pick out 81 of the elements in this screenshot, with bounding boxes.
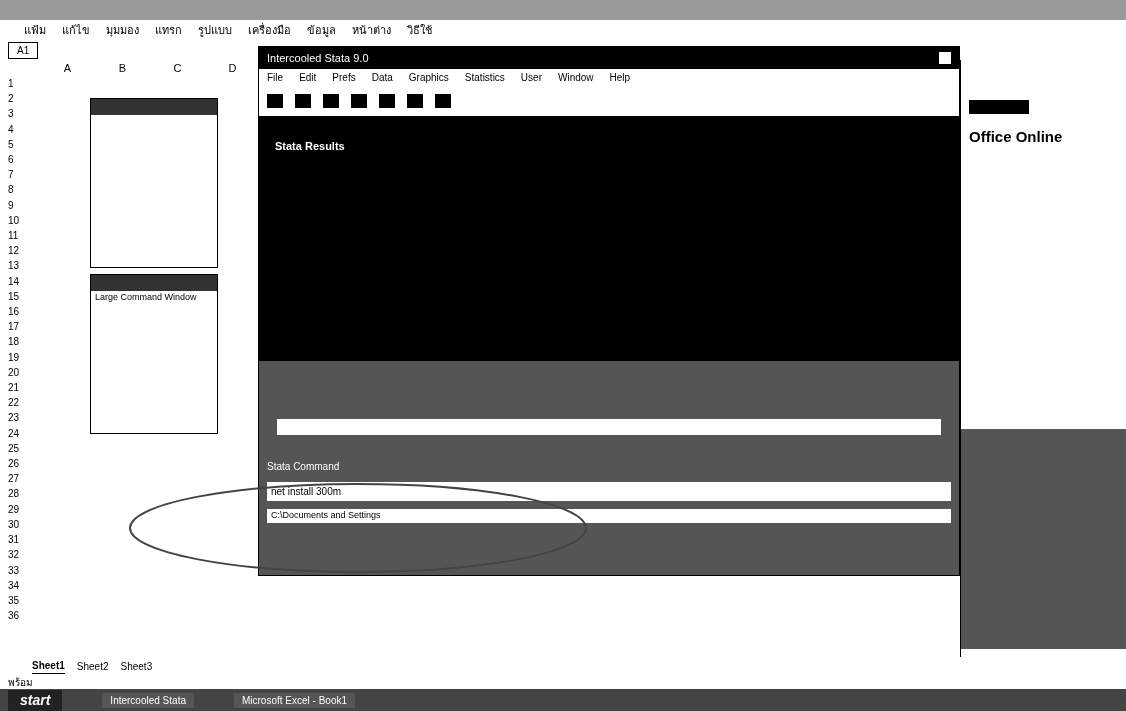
menu-item[interactable]: หน้าต่าง xyxy=(352,21,391,39)
window-title: Intercooled Stata 9.0 xyxy=(267,50,369,66)
row-header: 8 xyxy=(8,183,15,198)
menu-item[interactable]: Data xyxy=(371,69,393,85)
panel-title: Stata Results xyxy=(275,140,345,152)
menu-item[interactable]: Graphics xyxy=(408,69,449,85)
menu-item[interactable]: มุมมอง xyxy=(106,21,139,39)
menu-item[interactable]: Help xyxy=(609,69,631,85)
taskbar-button[interactable]: Microsoft Excel - Book1 xyxy=(233,692,355,708)
row-header: 32 xyxy=(8,548,21,563)
menu-item[interactable]: แทรก xyxy=(155,21,182,39)
menu-item[interactable]: ข้อมูล xyxy=(307,21,336,39)
status-text: พร้อม xyxy=(7,676,34,689)
row-header: 22 xyxy=(8,396,21,411)
menu-item[interactable]: แฟ้ม xyxy=(24,21,46,39)
panel-title: Stata Command xyxy=(267,460,341,474)
row-header: 17 xyxy=(8,320,21,335)
row-header: 36 xyxy=(8,609,21,624)
row-header: 26 xyxy=(8,457,21,472)
menu-item[interactable]: User xyxy=(520,69,542,85)
window-text: Large Command Window xyxy=(94,291,198,304)
name-box[interactable]: A1 xyxy=(8,41,39,59)
row-header: 10 xyxy=(8,213,21,228)
menu-item[interactable]: เครื่องมือ xyxy=(248,21,291,39)
column-header: D xyxy=(227,61,238,76)
row-header: 28 xyxy=(8,487,21,502)
row-header: 13 xyxy=(8,259,21,274)
row-header: 4 xyxy=(8,122,15,137)
start-button[interactable]: start xyxy=(8,689,63,711)
row-header: 1 xyxy=(8,77,15,91)
row-header: 20 xyxy=(8,365,21,380)
menu-item[interactable]: Window xyxy=(558,69,594,85)
toolbar-icon[interactable] xyxy=(351,93,367,108)
sheet-tab[interactable]: Sheet2 xyxy=(76,658,109,674)
row-header: 18 xyxy=(8,335,21,350)
row-header: 16 xyxy=(8,305,21,320)
row-header: 11 xyxy=(8,229,20,244)
column-header: B xyxy=(117,61,128,76)
toolbar-icon[interactable] xyxy=(407,93,423,108)
menu-item[interactable]: File xyxy=(267,69,284,85)
row-header: 3 xyxy=(8,107,15,122)
task-pane-toolbar xyxy=(969,100,1029,114)
row-header: 23 xyxy=(8,411,21,426)
task-pane-title: Office Online xyxy=(969,127,1064,147)
sheet-tab[interactable]: Sheet1 xyxy=(32,658,65,674)
toolbar-icon[interactable] xyxy=(435,93,451,108)
toolbar-icon[interactable] xyxy=(267,93,283,108)
row-header: 12 xyxy=(8,244,21,259)
row-header: 19 xyxy=(8,350,21,365)
row-header: 31 xyxy=(8,533,21,548)
toolbar-icon[interactable] xyxy=(295,93,311,108)
row-header: 9 xyxy=(8,198,15,213)
row-header: 5 xyxy=(8,137,15,152)
row-header: 14 xyxy=(8,274,21,289)
row-header: 29 xyxy=(8,502,21,517)
row-header: 27 xyxy=(8,472,21,487)
row-header: 6 xyxy=(8,153,15,167)
row-header: 25 xyxy=(8,441,21,456)
menu-item[interactable]: แก้ไข xyxy=(62,21,90,39)
row-header: 33 xyxy=(8,563,21,578)
row-header: 30 xyxy=(8,517,21,532)
toolbar-icon[interactable] xyxy=(379,93,395,108)
menu-item[interactable]: วิธีใช้ xyxy=(407,21,432,39)
row-header: 24 xyxy=(8,426,21,441)
row-header: 21 xyxy=(8,381,21,396)
taskbar-button[interactable]: Intercooled Stata xyxy=(102,692,194,708)
menu-item[interactable]: รูปแบบ xyxy=(198,21,232,39)
toolbar-icon[interactable] xyxy=(323,93,339,108)
path-text: C:\Documents and Settings xyxy=(267,509,951,523)
column-header: A xyxy=(62,61,73,76)
row-header: 15 xyxy=(8,289,21,304)
menu-item[interactable]: Statistics xyxy=(464,69,505,85)
command-field[interactable]: net install 300m xyxy=(267,482,951,501)
menu-item[interactable]: Edit xyxy=(299,69,317,85)
menu-item[interactable]: Prefs xyxy=(332,69,356,85)
row-header: 35 xyxy=(8,593,21,608)
row-header: 2 xyxy=(8,92,15,107)
row-header: 34 xyxy=(8,578,21,593)
row-header: 7 xyxy=(8,168,15,183)
sheet-tab[interactable]: Sheet3 xyxy=(120,658,153,674)
column-header: C xyxy=(172,61,183,76)
